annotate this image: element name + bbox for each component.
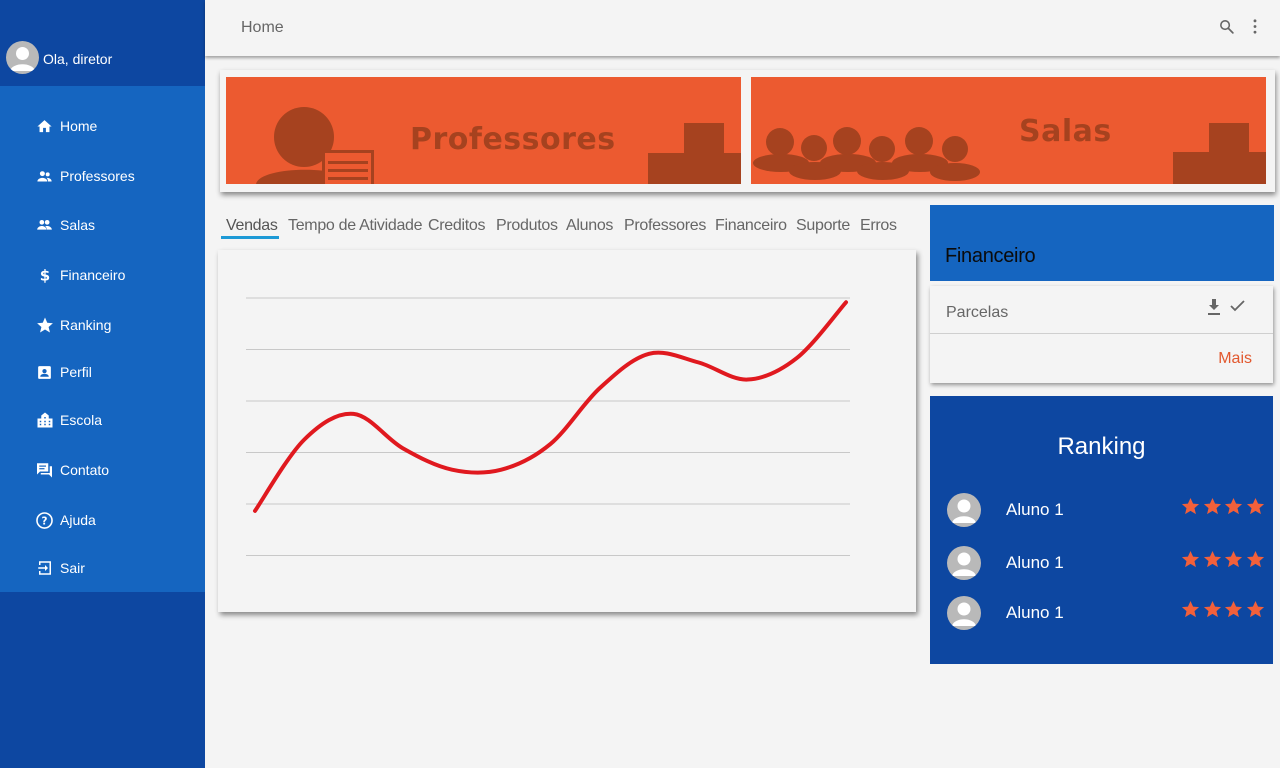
star-icon [1225, 550, 1243, 568]
star-icon [1181, 497, 1200, 515]
help-icon: ? [35, 511, 54, 530]
avatar [947, 493, 981, 527]
search-icon[interactable] [1216, 16, 1236, 36]
group-icon [35, 216, 54, 235]
banner-strip: Professores Salas [220, 70, 1275, 192]
download-icon[interactable] [1206, 298, 1222, 316]
ranking-title: Ranking [1057, 433, 1146, 460]
financeiro-card: Parcelas Mais [930, 286, 1273, 383]
sidebar-item-label: Salas [60, 217, 96, 233]
sidebar-item-perfil[interactable]: Perfil [0, 352, 205, 392]
home-icon [35, 117, 54, 136]
sidebar-item-label: Home [60, 118, 98, 134]
svg-text:?: ? [42, 515, 48, 527]
star-icon [1225, 600, 1243, 618]
star-icon [1203, 600, 1221, 618]
sidebar-item-label: Ajuda [60, 512, 96, 528]
sidebar-item-home[interactable]: Home [0, 106, 205, 146]
dollar-icon: $ [35, 266, 54, 285]
sidebar-nav: Home Professores Salas $ Financeiro Rank… [0, 86, 205, 592]
sidebar-item-ranking[interactable]: Ranking [0, 305, 205, 345]
active-tab-indicator [221, 236, 279, 239]
sidebar-item-sair[interactable]: Sair [0, 548, 205, 588]
line-chart [246, 297, 850, 556]
star-icon [35, 316, 54, 335]
classroom-illustration [753, 123, 1266, 184]
tab-tempo-de-atividade[interactable]: Tempo de Atividade [288, 217, 423, 235]
tab-professores[interactable]: Professores [624, 217, 706, 235]
star-icon [1181, 600, 1200, 618]
divider [930, 333, 1273, 334]
star-icon [1203, 550, 1221, 568]
ranking-card: Ranking Aluno 1 Aluno 1 Aluno 1 [930, 396, 1273, 664]
star-rating [1181, 497, 1265, 517]
parcelas-label: Parcelas [946, 304, 1009, 321]
tab-produtos[interactable]: Produtos [496, 217, 558, 235]
more-vert-icon[interactable] [1245, 16, 1265, 36]
chart-card [218, 250, 916, 612]
sidebar-item-salas[interactable]: Salas [0, 205, 205, 245]
sidebar-item-label: Professores [60, 168, 135, 184]
star-icon [1246, 497, 1265, 515]
avatar-person-icon [10, 47, 35, 71]
chat-icon [35, 461, 54, 480]
banner-title: Professores [410, 122, 616, 157]
profile-card-icon [35, 363, 54, 382]
svg-text:$: $ [39, 266, 49, 284]
exit-icon [35, 559, 54, 578]
building-icon [35, 411, 54, 430]
check-icon[interactable] [1229, 299, 1246, 313]
tab-financeiro[interactable]: Financeiro [715, 217, 787, 235]
student-name: Aluno 1 [1006, 603, 1064, 622]
student-name: Aluno 1 [1006, 553, 1064, 572]
mais-link[interactable]: Mais [1218, 350, 1252, 368]
tab-alunos[interactable]: Alunos [566, 217, 613, 235]
student-name: Aluno 1 [1006, 500, 1064, 519]
sidebar-item-financeiro[interactable]: $ Financeiro [0, 255, 205, 295]
star-icon [1225, 497, 1243, 515]
sidebar-item-label: Perfil [60, 364, 92, 380]
star-icon [1246, 600, 1265, 618]
star-rating [1181, 550, 1265, 570]
avatar[interactable] [6, 41, 39, 74]
star-rating [1181, 600, 1265, 620]
sidebar-header: Ola, diretor [0, 0, 205, 86]
financeiro-title: Financeiro [945, 245, 1036, 267]
tab-suporte[interactable]: Suporte [796, 217, 850, 235]
sidebar-item-label: Sair [60, 560, 85, 576]
avatar [947, 546, 981, 580]
avatar [947, 596, 981, 630]
sidebar-item-escola[interactable]: Escola [0, 400, 205, 440]
ranking-row[interactable]: Aluno 1 [930, 596, 1273, 632]
user-greeting: Ola, diretor [43, 51, 113, 67]
sidebar-item-label: Contato [60, 462, 110, 478]
financeiro-header: Financeiro [930, 205, 1274, 281]
tab-creditos[interactable]: Creditos [428, 217, 485, 235]
people-icon [35, 167, 54, 186]
sidebar-item-professores[interactable]: Professores [0, 156, 205, 196]
star-icon [1203, 497, 1221, 515]
top-app-bar: Home [205, 0, 1280, 56]
sidebar-item-label: Financeiro [60, 267, 126, 283]
sidebar: Ola, diretor Home Professores Salas $ Fi… [0, 0, 205, 768]
sidebar-item-label: Ranking [60, 317, 112, 333]
banner-professores[interactable]: Professores [226, 77, 741, 184]
sidebar-item-label: Escola [60, 412, 103, 428]
ranking-row[interactable]: Aluno 1 [930, 546, 1273, 582]
tab-vendas[interactable]: Vendas [226, 217, 278, 235]
series-line [253, 300, 848, 513]
sidebar-item-ajuda[interactable]: ? Ajuda [0, 500, 205, 540]
banner-title: Salas [1019, 114, 1112, 149]
page-title: Home [241, 19, 284, 36]
tab-erros[interactable]: Erros [860, 217, 897, 235]
star-icon [1246, 550, 1265, 568]
star-icon [1181, 550, 1200, 568]
banner-salas[interactable]: Salas [751, 77, 1266, 184]
ranking-row[interactable]: Aluno 1 [930, 493, 1273, 529]
sidebar-item-contato[interactable]: Contato [0, 450, 205, 490]
